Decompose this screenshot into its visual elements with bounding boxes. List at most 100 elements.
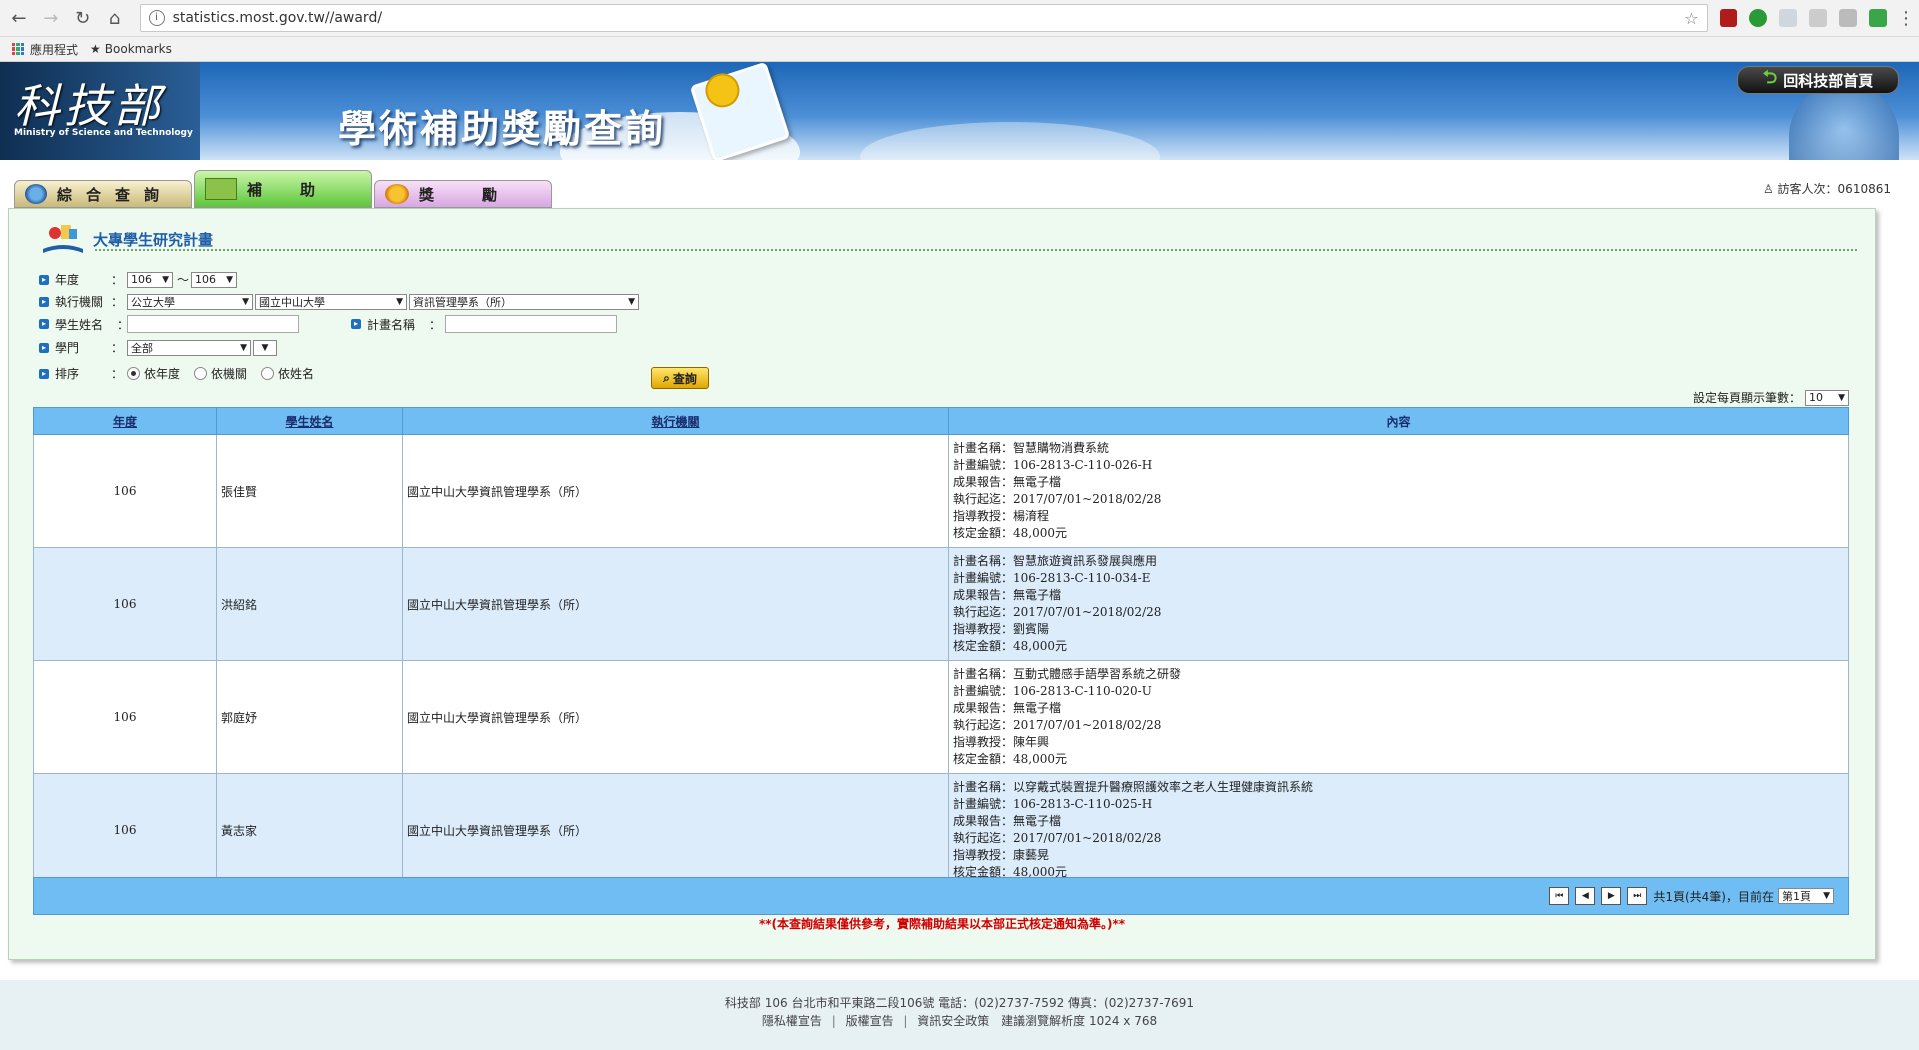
org-type-select[interactable]: 公立大學 ▼	[127, 293, 253, 310]
prev-page-icon[interactable]: ◀	[1575, 887, 1596, 905]
colon: ：	[111, 295, 124, 309]
reload-icon[interactable]: ↻	[70, 5, 96, 31]
dropdown-arrow-icon: ▼	[242, 296, 249, 307]
bookmarks-folder[interactable]: ★ Bookmarks	[90, 42, 172, 56]
dropdown-arrow-icon: ▼	[396, 296, 403, 307]
cell-org: 國立中山大學資訊管理學系（所）	[402, 773, 949, 887]
field-select[interactable]: 全部 ▼	[127, 339, 251, 356]
sort-by-org-radio[interactable]	[194, 367, 208, 380]
menu-dots-icon[interactable]: ⋮	[1893, 5, 1919, 31]
check-extension-icon[interactable]	[1749, 9, 1768, 27]
field-row: ▸ 學門 ： 全部 ▼ ▼	[39, 339, 279, 356]
forward-arrow-icon[interactable]: →	[38, 5, 64, 31]
content-line: 成果報告：無電子檔	[953, 588, 1062, 602]
green-extension-icon[interactable]	[1869, 9, 1888, 27]
org-type-value: 公立大學	[131, 295, 175, 309]
year-separator: ～	[177, 273, 190, 287]
content-line: 成果報告：無電子檔	[953, 814, 1062, 828]
tab-awards[interactable]: 獎勵	[374, 180, 552, 208]
sort-by-org-label: 依機關	[211, 367, 248, 381]
org-school-select[interactable]: 國立中山大學 ▼	[255, 293, 407, 310]
colon: ：	[111, 367, 124, 381]
year-label: 年度	[55, 273, 80, 287]
page-footer: 科技部 106 台北市和平東路二段106號 電話：(02)2737-7592 傳…	[0, 980, 1919, 1050]
cell-org: 國立中山大學資訊管理學系（所）	[402, 434, 949, 548]
cell-content: 計畫名稱：以穿戴式裝置提升醫療照護效率之老人生理健康資訊系統 計畫編號：106-…	[948, 773, 1849, 887]
student-name-input[interactable]	[127, 315, 299, 333]
logo-text[interactable]: 科技部	[14, 70, 164, 136]
sort-by-name-radio[interactable]	[261, 367, 275, 380]
year-to-select[interactable]: 106 ▼	[191, 271, 238, 288]
plan-name-label: 計畫名稱	[367, 317, 416, 332]
resolution-note: 建議瀏覽解析度 1024 x 768	[1001, 1014, 1158, 1028]
magnifier-globe-icon	[25, 184, 47, 204]
page-info: 共1頁(共4筆)，目前在	[1653, 889, 1774, 904]
per-page-select[interactable]: 10 ▼	[1805, 389, 1849, 406]
cloud-extension-icon[interactable]	[1839, 9, 1858, 27]
extension-icon[interactable]	[1809, 9, 1828, 27]
cloud-decoration	[860, 122, 1160, 160]
year-row: ▸ 年度 ： 106 ▼ ～ 106 ▼	[39, 271, 239, 288]
copyright-link[interactable]: 版權宣告	[846, 1014, 894, 1028]
banner-title: 學術補助獎勵查詢	[338, 107, 667, 151]
page-select[interactable]: 第1頁 ▼	[1778, 888, 1834, 904]
tab-comprehensive-search[interactable]: 綜合查詢	[14, 180, 192, 208]
apps-bookmark[interactable]: 應用程式	[12, 41, 78, 58]
year-to-value: 106	[195, 273, 217, 286]
content-line: 計畫名稱：以穿戴式裝置提升醫療照護效率之老人生理健康資訊系統	[953, 780, 1314, 794]
back-arrow-icon[interactable]: ←	[6, 5, 32, 31]
colon: ：	[111, 341, 124, 355]
org-label: 執行機關	[55, 295, 104, 309]
back-to-most-button[interactable]: ⮌ 回科技部首頁	[1737, 66, 1899, 94]
browser-toolbar: ← → ↻ ⌂ i statistics.most.gov.tw//award/…	[0, 0, 1919, 37]
student-name-label: 學生姓名	[55, 317, 104, 332]
first-page-icon[interactable]: ⏮	[1549, 887, 1570, 905]
dropdown-arrow-icon: ▼	[1838, 392, 1845, 403]
content-line: 計畫名稱：互動式體感手語學習系統之研發	[953, 667, 1182, 681]
dropbox-extension-icon[interactable]	[1779, 9, 1798, 27]
next-page-icon[interactable]: ▶	[1601, 887, 1622, 905]
content-line: 執行起迄：2017/07/01~2018/02/28	[953, 831, 1162, 845]
header-year[interactable]: 年度	[33, 407, 217, 435]
address-bar[interactable]: i statistics.most.gov.tw//award/ ☆	[139, 4, 1708, 32]
content-line: 指導教授：劉賓陽	[953, 622, 1050, 636]
apps-grid-icon	[12, 43, 24, 55]
home-icon[interactable]: ⌂	[102, 5, 128, 31]
arrow-bullet-icon: ▸	[39, 274, 49, 285]
sort-by-year-radio[interactable]	[127, 367, 140, 380]
plan-name-input[interactable]	[445, 315, 617, 333]
year-from-select[interactable]: 106 ▼	[127, 271, 173, 288]
search-panel: 大專學生研究計畫 ▸ 年度 ： 106 ▼ ～ 106 ▼ ▸ 執行機關 ： 公…	[8, 208, 1876, 960]
url-text[interactable]: statistics.most.gov.tw//award/	[173, 10, 1685, 26]
dropdown-arrow-icon: ▼	[162, 274, 169, 285]
header-org[interactable]: 執行機關	[402, 407, 949, 435]
content-line: 成果報告：無電子檔	[953, 475, 1062, 489]
last-page-icon[interactable]: ⏭	[1627, 887, 1648, 905]
tab-grants[interactable]: 補助	[194, 170, 372, 208]
search-button[interactable]: ⌕ 查詢	[651, 367, 709, 389]
cell-content: 計畫名稱：智慧旅遊資訊系發展與應用 計畫編號：106-2813-C-110-03…	[948, 547, 1849, 661]
cell-content: 計畫名稱：互動式體感手語學習系統之研發 計畫編號：106-2813-C-110-…	[948, 660, 1849, 774]
subfield-select[interactable]: ▼	[253, 339, 277, 356]
content-line: 計畫編號：106-2813-C-110-026-H	[953, 458, 1153, 472]
org-dept-select[interactable]: 資訊管理學系（所） ▼	[409, 293, 639, 310]
search-icon: ⌕	[663, 370, 670, 385]
content-line: 計畫名稱：智慧旅遊資訊系發展與應用	[953, 554, 1158, 568]
arrow-bullet-icon: ▸	[39, 368, 49, 379]
content-line: 計畫編號：106-2813-C-110-025-H	[953, 797, 1153, 811]
org-dept-value: 資訊管理學系（所）	[413, 295, 512, 309]
pdf-extension-icon[interactable]	[1719, 9, 1738, 27]
cell-student-name: 黃志家	[216, 773, 403, 887]
info-icon[interactable]: i	[148, 10, 165, 26]
cell-student-name: 洪紹銘	[216, 547, 403, 661]
cell-student-name: 郭庭妤	[216, 660, 403, 774]
security-policy-link[interactable]: 資訊安全政策	[917, 1014, 989, 1028]
arrow-bullet-icon: ▸	[39, 319, 49, 329]
bookmark-star-icon[interactable]: ☆	[1684, 9, 1698, 28]
pagination-bar: ⏮ ◀ ▶ ⏭ 共1頁(共4筆)，目前在 第1頁 ▼	[33, 877, 1849, 915]
arrow-bullet-icon: ▸	[39, 296, 49, 307]
section-header: 大專學生研究計畫	[39, 221, 213, 257]
field-label: 學門	[55, 341, 80, 355]
header-student-name[interactable]: 學生姓名	[216, 407, 403, 435]
privacy-link[interactable]: 隱私權宣告	[762, 1014, 822, 1028]
